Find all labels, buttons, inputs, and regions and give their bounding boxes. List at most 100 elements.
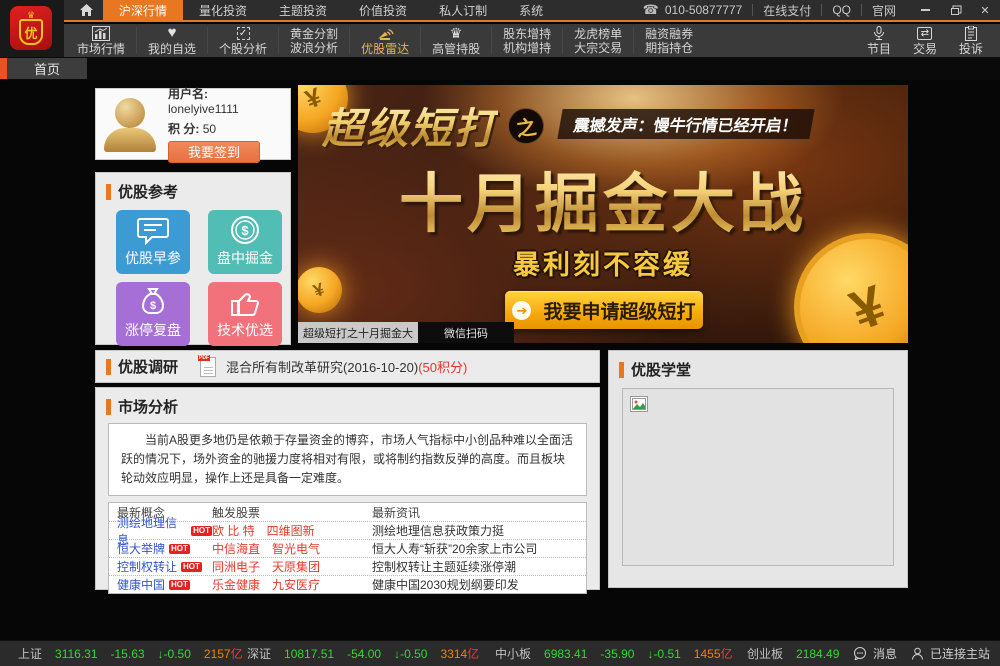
tool-stock-radar[interactable]: 优股雷达 [350, 24, 420, 57]
clipboard-icon [965, 26, 977, 41]
microphone-icon [873, 26, 885, 41]
button-limit-up-review[interactable]: $ 涨停复盘 [116, 282, 190, 346]
news-text: 测绘地理信息获政策力挺 [372, 522, 578, 539]
username-value: lonelyive1111 [168, 102, 239, 116]
pdf-icon [200, 357, 216, 377]
titlebar: 沪深行情 量化投资 主题投资 价值投资 私人订制 系统 ☎ 010-508777… [0, 0, 1000, 22]
index-pct: ↓-0.51 [647, 647, 680, 661]
crown-icon: ♛ [450, 26, 463, 40]
divider [861, 4, 862, 16]
tool-complaint[interactable]: 投诉 [948, 24, 994, 57]
thumbs-up-icon [229, 289, 261, 317]
home-icon [80, 4, 93, 16]
connection-status: 已连接主站 [930, 645, 990, 662]
index-chinext[interactable]: 创业板 2184.49 [747, 645, 839, 662]
research-doc-link[interactable]: 混合所有制改革研究(2016-10-20) [226, 357, 418, 376]
button-intraday-gold[interactable]: $ 盘中掘金 [208, 210, 282, 274]
concept-link[interactable]: 恒大举牌 [117, 540, 165, 557]
app-window: ♛ 优 沪深行情 量化投资 主题投资 价值投资 私人订制 系统 ☎ 010-50… [0, 0, 1000, 666]
school-panel: 优股学堂 [608, 350, 908, 588]
concept-table: 最新概念 触发股票 最新资讯 测绘地理信息HOT 欧 比 特 四维图新 测绘地理… [108, 502, 587, 594]
phone-icon: ☎ [643, 2, 659, 18]
index-value: 6983.41 [544, 647, 587, 661]
col-header-stocks: 触发股票 [212, 504, 372, 521]
minimize-icon [921, 9, 930, 11]
tool-stock-analysis[interactable]: ✓ 个股分析 [208, 24, 278, 57]
index-shanghai[interactable]: 上证 3116.31 -15.63 ↓-0.50 2157亿 [18, 645, 243, 662]
table-row[interactable]: 恒大举牌HOT 中信海直 智光电气 恒大人寿“斩获”20余家上市公司 [109, 539, 586, 557]
app-logo-icon: ♛ 优 [10, 6, 52, 50]
col-header-news: 最新资讯 [372, 504, 578, 521]
menu-item-jiazhi[interactable]: 价值投资 [343, 0, 423, 20]
research-title: 优股调研 [118, 356, 178, 377]
banner-apply-button[interactable]: ➔ 我要申请超级短打 [505, 291, 703, 329]
message-label[interactable]: 消息 [873, 645, 897, 662]
signin-button[interactable]: 我要签到 [168, 141, 260, 163]
concept-link[interactable]: 健康中国 [117, 576, 165, 593]
hot-badge: HOT [181, 562, 202, 572]
points-value: 50 [203, 122, 216, 136]
tool-shareholder-institution[interactable]: 股东增持 机构增持 [492, 24, 562, 57]
tool-trade[interactable]: ⇄ 交易 [902, 24, 948, 57]
school-content-box [622, 388, 894, 566]
button-morning-report[interactable]: 优股早参 [116, 210, 190, 274]
banner-headline: 十月掘金大战 [298, 153, 908, 245]
trigger-stocks[interactable]: 乐金健康 九安医疗 [212, 576, 372, 593]
table-row[interactable]: 控制权转让 HOT 同洲电子 天原集团 控制权转让主题延续涨停潮 [109, 557, 586, 575]
tool-dragon-tiger-block[interactable]: 龙虎榜单 大宗交易 [563, 24, 633, 57]
toolbar: 市场行情 ♥ 我的自选 ✓ 个股分析 黄金分割 波浪分析 优股雷达 ♛ 高管持股… [0, 24, 1000, 57]
user-panel: 用户名: lonelyive1111 积 分: 50 我要签到 [95, 88, 291, 160]
dollar-coin-icon: $ [230, 215, 260, 245]
link-online-pay[interactable]: 在线支付 [763, 2, 811, 19]
tab-home[interactable]: 首页 [7, 58, 87, 79]
home-button[interactable] [70, 0, 103, 20]
menu-item-zhuti[interactable]: 主题投资 [263, 0, 343, 20]
menu-item-siren[interactable]: 私人订制 [423, 0, 503, 20]
tool-market-quotes[interactable]: 市场行情 [66, 24, 136, 57]
research-doc-points: (50积分) [418, 357, 467, 376]
checkbox-icon: ✓ [237, 27, 250, 40]
tool-executive-holdings[interactable]: ♛ 高管持股 [421, 24, 491, 57]
close-button[interactable]: ✕ [970, 0, 1000, 21]
index-sme[interactable]: 中小板 6983.41 -35.90 ↓-0.51 1455亿 [495, 645, 733, 662]
banner-tab-wechat[interactable]: 微信扫码 [418, 322, 514, 343]
tool-program[interactable]: 节目 [856, 24, 902, 57]
link-website[interactable]: 官网 [872, 2, 896, 19]
index-change: -54.00 [347, 647, 381, 661]
concept-link[interactable]: 控制权转让 [117, 558, 177, 575]
table-row[interactable]: 健康中国HOT 乐金健康 九安医疗 健康中国2030规划纲要印发 [109, 575, 586, 593]
tab-strip: 首页 [0, 57, 1000, 80]
menu-item-lianghua[interactable]: 量化投资 [183, 0, 263, 20]
accent-bar [106, 399, 111, 415]
restore-button[interactable] [940, 0, 970, 21]
index-volume: 3314亿 [440, 645, 479, 662]
tool-golden-section-wave[interactable]: 黄金分割 波浪分析 [279, 24, 349, 57]
table-row[interactable]: 测绘地理信息HOT 欧 比 特 四维图新 测绘地理信息获政策力挺 [109, 521, 586, 539]
news-text: 恒大人寿“斩获”20余家上市公司 [372, 540, 578, 557]
trigger-stocks[interactable]: 欧 比 特 四维图新 [212, 522, 372, 539]
index-pct: ↓-0.50 [158, 647, 191, 661]
promo-banner[interactable]: ¥ ¥ ¥ 超级短打 之 震撼发声：慢牛行情已经开启！ 十月掘金大战 暴利刻不容… [298, 85, 908, 343]
broken-image-icon [630, 396, 648, 412]
menu-item-xitong[interactable]: 系统 [503, 0, 559, 20]
right-arrow-icon: ➔ [512, 301, 531, 320]
menu-item-hushen[interactable]: 沪深行情 [103, 0, 183, 20]
hot-badge: HOT [191, 526, 212, 536]
link-qq[interactable]: QQ [832, 3, 851, 17]
trigger-stocks[interactable]: 同洲电子 天原集团 [212, 558, 372, 575]
heart-icon: ♥ [168, 26, 177, 40]
minimize-button[interactable] [910, 0, 940, 21]
trigger-stocks[interactable]: 中信海直 智光电气 [212, 540, 372, 557]
banner-title: 超级短打 [322, 95, 498, 156]
tool-margin-futures[interactable]: 融资融券 期指持仓 [634, 24, 704, 57]
radar-dish-icon [377, 26, 394, 41]
message-bubble-icon [853, 647, 867, 660]
news-text: 控制权转让主题延续涨停潮 [372, 558, 578, 575]
market-analysis-title: 市场分析 [118, 396, 178, 417]
banner-tab-current[interactable]: 超级短打之十月掘金大 [298, 322, 418, 343]
index-pct: ↓-0.50 [394, 647, 427, 661]
tool-my-watchlist[interactable]: ♥ 我的自选 [137, 24, 207, 57]
index-change: -35.90 [600, 647, 634, 661]
button-tech-picks[interactable]: 技术优选 [208, 282, 282, 346]
index-shenzhen[interactable]: 深证 10817.51 -54.00 ↓-0.50 3314亿 [247, 645, 479, 662]
